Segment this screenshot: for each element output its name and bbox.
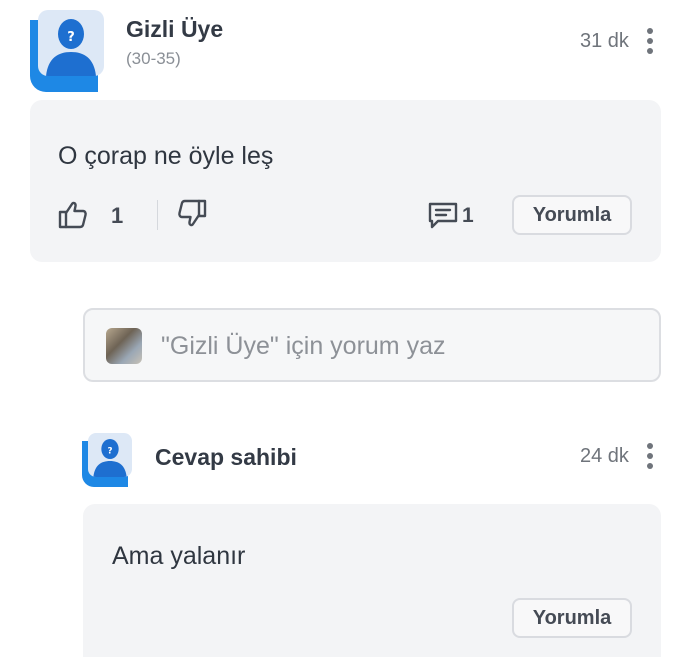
post-author-name[interactable]: Gizli Üye [126,16,223,43]
reply-text: Ama yalanır [112,542,246,570]
like-count: 1 [111,203,124,228]
reply-author-avatar[interactable]: ? [82,433,132,487]
more-options-icon[interactable] [647,443,653,469]
anonymous-avatar-icon: ? [38,10,104,76]
comment-count: 1 [462,204,474,227]
reply-time: 24 dk [580,445,629,467]
vote-divider [157,200,158,230]
more-options-icon[interactable] [647,28,653,54]
comment-input[interactable]: "Gizli Üye" için yorum yaz [83,308,661,382]
post-text: O çorap ne öyle leş [58,142,274,170]
post-card [30,100,661,262]
anonymous-avatar-icon: ? [88,433,132,477]
post-author-age: (30-35) [126,49,181,68]
svg-text:?: ? [107,447,112,457]
svg-text:?: ? [67,30,75,45]
comment-input-placeholder: "Gizli Üye" için yorum yaz [161,332,446,360]
user-avatar [106,328,142,364]
post-author-avatar[interactable]: ? [30,10,105,92]
thumbs-down-icon[interactable] [177,198,207,228]
thumbs-up-icon[interactable] [58,200,88,230]
reply-reply-button[interactable]: Yorumla [512,598,632,638]
post-time: 31 dk [580,30,629,52]
comment-icon[interactable] [428,201,458,229]
reply-author-name[interactable]: Cevap sahibi [155,444,297,471]
post-reply-button[interactable]: Yorumla [512,195,632,235]
